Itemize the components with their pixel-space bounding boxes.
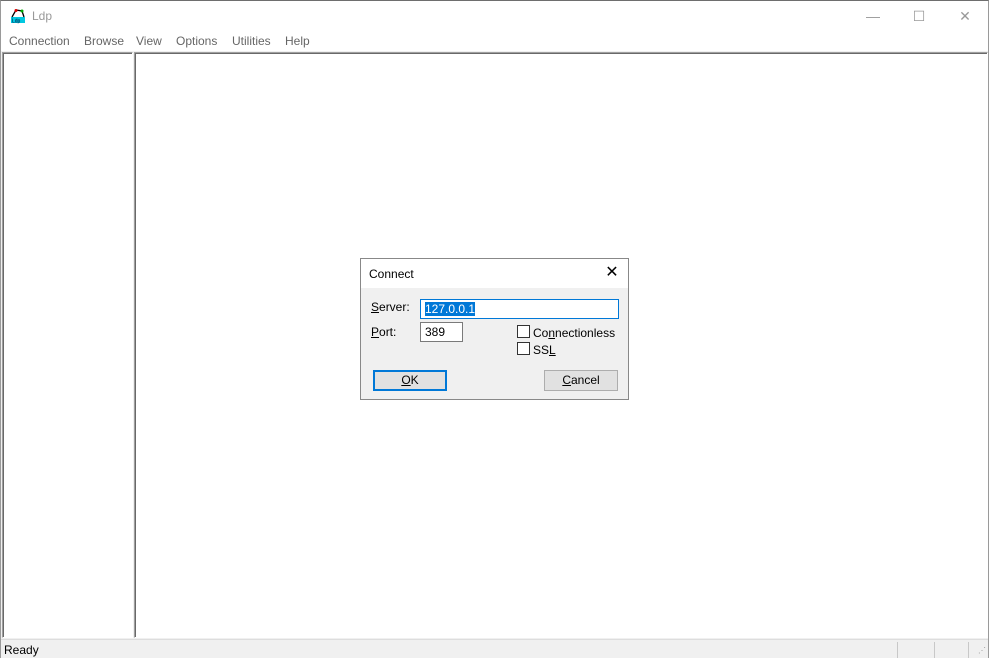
ldp-app-icon: Ldp [11,9,25,25]
menu-bar: Connection Browse View Options Utilities… [1,31,988,51]
close-button[interactable]: ✕ [942,1,988,31]
ssl-text: SS [533,343,550,357]
port-label: Port: [371,325,396,339]
cancel-button[interactable]: Cancel [544,370,618,391]
menu-connection[interactable]: Connection [9,34,70,48]
connectionless-text: Co [533,326,549,340]
menu-utilities[interactable]: Utilities [232,34,271,48]
connectionless-label[interactable]: Connectionless [533,326,615,340]
maximize-button[interactable]: ☐ [896,1,942,31]
svg-text:Ldp: Ldp [12,19,21,25]
ok-mnemonic: O [401,373,411,387]
menu-browse[interactable]: Browse [84,34,124,48]
server-label-mnemonic: S [371,300,380,314]
server-input[interactable]: 127.0.0.1 [420,299,619,319]
status-divider [934,642,935,658]
dialog-title-bar: Connect ✕ [361,259,628,288]
window-title: Ldp [32,9,53,23]
menu-options[interactable]: Options [176,34,217,48]
cancel-mnemonic: C [562,373,571,387]
status-divider [897,642,898,658]
dialog-close-button[interactable]: ✕ [602,263,622,283]
ssl-mnemonic: L [549,343,556,357]
title-bar: Ldp Ldp — ☐ ✕ [1,1,988,31]
server-value: 127.0.0.1 [425,302,476,316]
port-input[interactable]: 389 [420,322,463,342]
port-label-mnemonic: P [371,325,380,339]
status-bar: Ready ⋰ [1,639,988,658]
status-text: Ready [4,643,39,657]
menu-view[interactable]: View [136,34,162,48]
resize-grip-icon[interactable]: ⋰ [978,646,986,655]
server-label-text: erver: [379,300,410,314]
connectionless-text: nectionless [555,326,616,340]
dialog-title: Connect [369,267,414,281]
connect-dialog: Connect ✕ Server: 127.0.0.1 Port: 389 Co… [360,258,629,400]
status-divider [968,642,969,658]
ok-text: K [410,373,419,387]
ok-button[interactable]: OK [373,370,447,391]
connectionless-checkbox[interactable] [517,325,530,338]
minimize-button[interactable]: — [850,1,896,31]
port-label-text: ort: [379,325,397,339]
server-label: Server: [371,300,410,314]
tree-pane[interactable] [2,52,133,638]
ssl-checkbox[interactable] [517,342,530,355]
cancel-text: ancel [570,373,600,387]
ssl-label[interactable]: SSL [533,343,556,357]
menu-help[interactable]: Help [285,34,310,48]
